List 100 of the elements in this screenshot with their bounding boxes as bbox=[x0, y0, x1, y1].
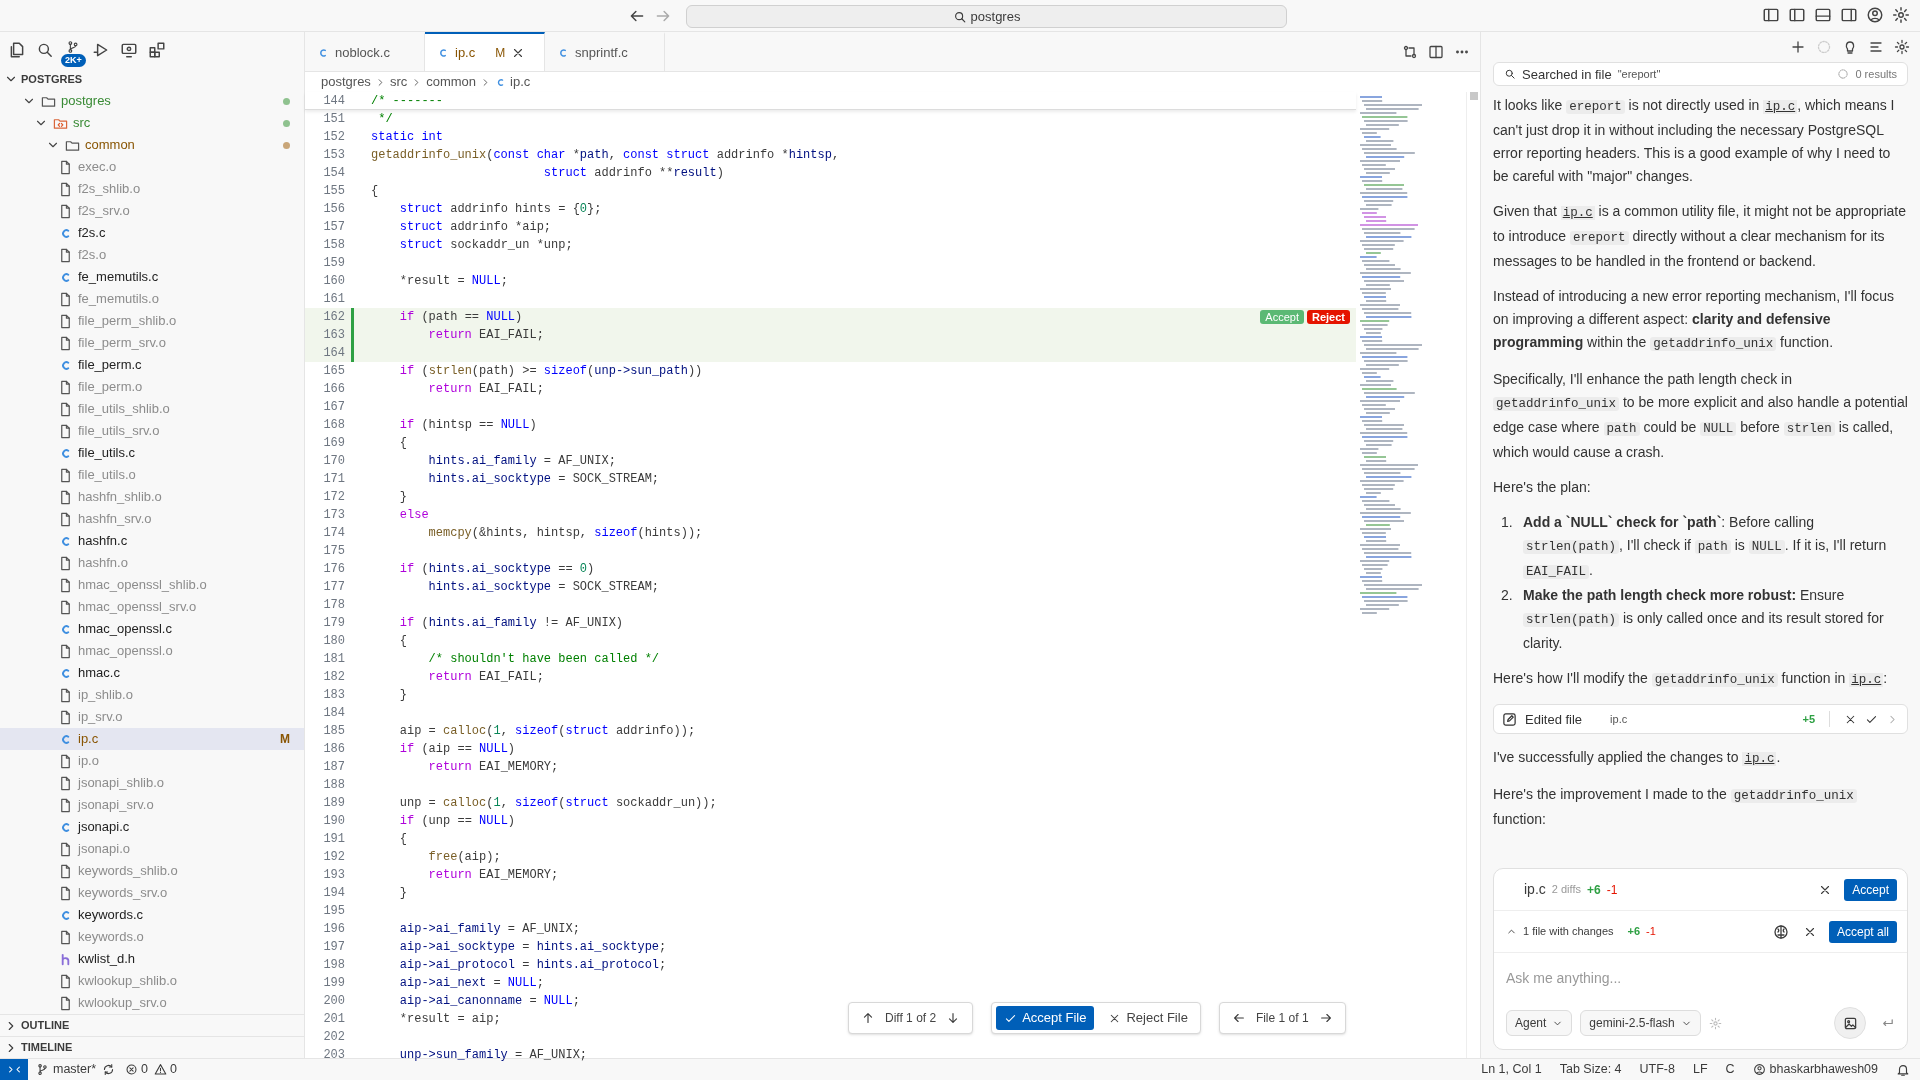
arrow-right-icon[interactable] bbox=[1318, 1011, 1333, 1025]
editor-tab[interactable]: ip.c M bbox=[425, 32, 545, 71]
tree-item[interactable]: kwlookup_shlib.o bbox=[0, 970, 304, 992]
tree-item[interactable]: jsonapi.o bbox=[0, 838, 304, 860]
sync-icon[interactable] bbox=[102, 1063, 116, 1076]
tree-item[interactable]: ip.o bbox=[0, 750, 304, 772]
tree-item[interactable]: fe_memutils.o bbox=[0, 288, 304, 310]
accept-all-button[interactable]: Accept all bbox=[1828, 920, 1897, 943]
tree-item[interactable]: keywords.o bbox=[0, 926, 304, 948]
file-link[interactable]: ip.c bbox=[1742, 752, 1777, 766]
tree-item[interactable]: fe_memutils.c bbox=[0, 266, 304, 288]
tree-item[interactable]: keywords_srv.o bbox=[0, 882, 304, 904]
account-status[interactable]: bhaskarbhawesh09 bbox=[1752, 1060, 1878, 1079]
git-status-label: M bbox=[280, 731, 290, 748]
search-icon[interactable] bbox=[36, 41, 54, 59]
tree-item[interactable]: postgres bbox=[0, 90, 304, 112]
secondary-sidebar-icon[interactable] bbox=[1840, 6, 1858, 24]
tree-item[interactable]: hmac_openssl.c bbox=[0, 618, 304, 640]
file-link[interactable]: ip.c bbox=[1763, 100, 1798, 114]
encoding[interactable]: UTF-8 bbox=[1639, 1060, 1675, 1079]
tree-item[interactable]: jsonapi.c bbox=[0, 816, 304, 838]
accept-button[interactable]: Accept bbox=[1844, 878, 1897, 901]
tree-item[interactable]: keywords.c bbox=[0, 904, 304, 926]
tree-item[interactable]: f2s.o bbox=[0, 244, 304, 266]
tree-item[interactable]: jsonapi_srv.o bbox=[0, 794, 304, 816]
list-icon[interactable] bbox=[1868, 39, 1884, 55]
tree-item[interactable]: hashfn.c bbox=[0, 530, 304, 552]
command-search-field[interactable]: postgres bbox=[686, 5, 1287, 28]
remote-icon bbox=[7, 1063, 21, 1076]
breadcrumb-item[interactable]: common bbox=[426, 72, 477, 92]
model-dropdown[interactable]: gemini-2.5-flash bbox=[1580, 1010, 1701, 1036]
tree-item[interactable]: kwlist_d.h bbox=[0, 948, 304, 970]
run-debug-icon[interactable] bbox=[92, 41, 110, 59]
tree-item[interactable]: hmac_openssl.o bbox=[0, 640, 304, 662]
chat-input[interactable]: Ask me anything... bbox=[1506, 965, 1895, 991]
tree-item[interactable]: src bbox=[0, 112, 304, 134]
tree-item[interactable]: f2s.c bbox=[0, 222, 304, 244]
mode-dropdown[interactable]: Agent bbox=[1506, 1010, 1573, 1036]
breadcrumb-item[interactable]: ip.c bbox=[510, 72, 531, 92]
attach-image-button[interactable] bbox=[1834, 1007, 1866, 1039]
brain-icon[interactable] bbox=[1772, 923, 1789, 940]
branch-status[interactable]: master* bbox=[36, 1060, 97, 1079]
tree-item[interactable]: file_utils.c bbox=[0, 442, 304, 464]
section-title[interactable]: TIMELINE bbox=[21, 1039, 73, 1056]
extensions-icon[interactable] bbox=[148, 41, 166, 59]
arrow-left-icon[interactable] bbox=[1231, 1011, 1246, 1025]
tree-item[interactable]: file_perm_srv.o bbox=[0, 332, 304, 354]
account-icon[interactable] bbox=[1866, 6, 1884, 24]
editor-tab[interactable]: snprintf.c bbox=[545, 32, 665, 71]
settings-icon[interactable] bbox=[1894, 39, 1910, 55]
tree-item[interactable]: file_perm_shlib.o bbox=[0, 310, 304, 332]
tree-item[interactable]: keywords_shlib.o bbox=[0, 860, 304, 882]
language-mode[interactable]: C bbox=[1725, 1060, 1735, 1079]
reject-file-button[interactable]: Reject File bbox=[1100, 1006, 1196, 1030]
arrow-up-icon[interactable] bbox=[861, 1011, 875, 1025]
tree-item[interactable]: file_perm.c bbox=[0, 354, 304, 376]
section-title[interactable]: OUTLINE bbox=[21, 1017, 70, 1034]
tree-item[interactable]: common bbox=[0, 134, 304, 156]
scrollbar-thumb[interactable] bbox=[1470, 92, 1478, 100]
list-number: 1. bbox=[1501, 513, 1514, 532]
remote-explorer-icon[interactable] bbox=[120, 41, 138, 59]
tree-item[interactable]: f2s_shlib.o bbox=[0, 178, 304, 200]
reject-change-button[interactable]: Reject bbox=[1306, 310, 1350, 324]
remote-button[interactable] bbox=[0, 1058, 28, 1080]
tree-item[interactable]: hashfn_shlib.o bbox=[0, 486, 304, 508]
breadcrumb-item[interactable]: src bbox=[389, 72, 408, 92]
tree-item[interactable]: ip.c M bbox=[0, 728, 304, 750]
split-editor-icon[interactable] bbox=[1428, 43, 1444, 60]
tree-item[interactable]: hmac.c bbox=[0, 662, 304, 684]
settings-icon[interactable] bbox=[1892, 6, 1910, 24]
tree-item[interactable]: ip_srv.o bbox=[0, 706, 304, 728]
problems-status[interactable]: 0 0 bbox=[125, 1060, 177, 1079]
tree-item[interactable]: kwlookup_srv.o bbox=[0, 992, 304, 1014]
sidebar-toggle-icon[interactable] bbox=[1788, 6, 1806, 24]
bell-icon[interactable] bbox=[1896, 1062, 1910, 1077]
tree-item[interactable]: file_utils_srv.o bbox=[0, 420, 304, 442]
breadcrumb-item[interactable]: postgres bbox=[321, 72, 371, 92]
plus-icon[interactable] bbox=[1790, 39, 1806, 55]
layout-icon[interactable] bbox=[1762, 6, 1780, 24]
tree-item[interactable]: f2s_srv.o bbox=[0, 200, 304, 222]
tree-item[interactable]: exec.o bbox=[0, 156, 304, 178]
tree-item[interactable]: hashfn.o bbox=[0, 552, 304, 574]
tree-item[interactable]: file_utils_shlib.o bbox=[0, 398, 304, 420]
files-icon[interactable] bbox=[8, 41, 26, 59]
cursor-position[interactable]: Ln 1, Col 1 bbox=[1481, 1060, 1542, 1079]
tree-item[interactable]: hashfn_srv.o bbox=[0, 508, 304, 530]
tree-item[interactable]: file_perm.o bbox=[0, 376, 304, 398]
tree-item[interactable]: jsonapi_shlib.o bbox=[0, 772, 304, 794]
accept-file-button[interactable]: Accept File bbox=[996, 1006, 1095, 1030]
tab-size[interactable]: Tab Size: 4 bbox=[1559, 1060, 1622, 1079]
tree-item[interactable]: ip_shlib.o bbox=[0, 684, 304, 706]
compare-changes-icon[interactable] bbox=[1402, 43, 1418, 60]
file-link[interactable]: ip.c bbox=[1849, 673, 1884, 687]
tree-item[interactable]: hmac_openssl_srv.o bbox=[0, 596, 304, 618]
file-link[interactable]: ip.c bbox=[1560, 206, 1595, 220]
tree-item[interactable]: hmac_openssl_shlib.o bbox=[0, 574, 304, 596]
section-title[interactable]: POSTGRES bbox=[21, 70, 83, 88]
line-ending[interactable]: LF bbox=[1692, 1060, 1708, 1079]
panel-toggle-icon[interactable] bbox=[1814, 6, 1832, 24]
tree-item[interactable]: file_utils.o bbox=[0, 464, 304, 486]
